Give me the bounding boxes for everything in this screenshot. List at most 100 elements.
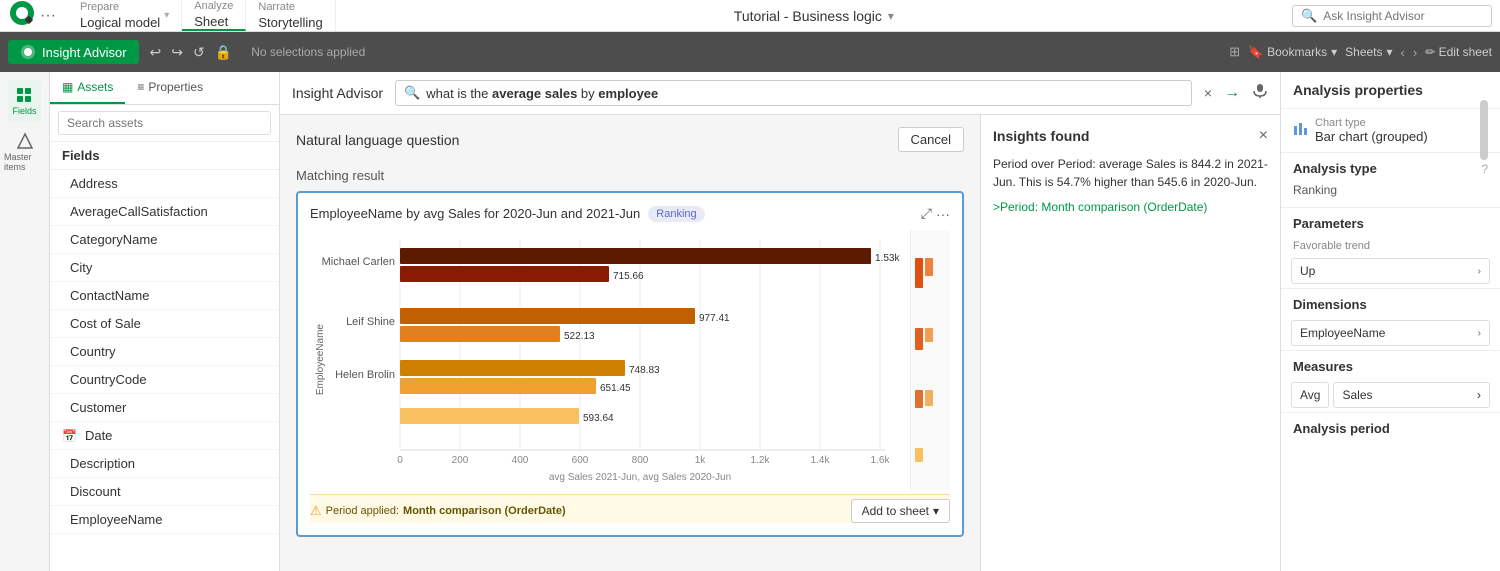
sparkline-1 bbox=[915, 258, 946, 288]
insight-advisor-tab[interactable]: Insight Advisor bbox=[8, 40, 139, 64]
app-title-dropdown-icon[interactable]: ▾ bbox=[888, 9, 894, 23]
favorable-trend-dropdown[interactable]: Up › bbox=[1291, 258, 1490, 284]
tab-properties[interactable]: ≡ Properties bbox=[125, 72, 215, 104]
sidebar-item-master-items[interactable]: Master items bbox=[0, 126, 49, 178]
edit-sheet-button[interactable]: ✏ Edit sheet bbox=[1425, 45, 1492, 59]
insights-header: Insights found × bbox=[993, 127, 1268, 145]
field-label-discount: Discount bbox=[70, 484, 121, 499]
redo-icon[interactable]: ↪ bbox=[168, 41, 186, 64]
measures-chip-sales[interactable]: Sales › bbox=[1333, 382, 1490, 408]
bookmarks-button[interactable]: 🔖 Bookmarks ▾ bbox=[1248, 45, 1337, 59]
main-layout: Fields Master items ▦ Assets ≡ Propertie… bbox=[0, 72, 1500, 571]
field-label-customer: Customer bbox=[70, 400, 126, 415]
field-item-average-call-satisfaction[interactable]: AverageCallSatisfaction bbox=[50, 198, 279, 226]
sparkline-bar bbox=[925, 390, 933, 406]
prepare-nav-section[interactable]: Prepare Logical model ▾ bbox=[68, 0, 182, 31]
analyze-nav-label: Sheet bbox=[194, 14, 233, 29]
tab-assets[interactable]: ▦ Assets bbox=[50, 72, 125, 104]
field-label-contact: ContactName bbox=[70, 288, 149, 303]
analysis-properties-title: Analysis properties bbox=[1293, 82, 1423, 98]
ia-clear-button[interactable]: × bbox=[1204, 85, 1212, 101]
chart-card-title: EmployeeName by avg Sales for 2020-Jun a… bbox=[310, 206, 640, 221]
ask-insight-advisor-search[interactable]: 🔍 bbox=[1292, 5, 1492, 27]
dimensions-value: EmployeeName bbox=[1300, 326, 1385, 340]
sheets-dropdown-icon: ▾ bbox=[1387, 45, 1393, 59]
dimensions-arrow-icon: › bbox=[1478, 328, 1481, 339]
chart-more-button[interactable]: ··· bbox=[936, 205, 950, 222]
chart-type-value: Bar chart (grouped) bbox=[1315, 129, 1428, 144]
ia-search-box[interactable]: 🔍 what is the average sales by employee bbox=[395, 80, 1192, 106]
main-content: Insight Advisor 🔍 what is the average sa… bbox=[280, 72, 1280, 571]
right-panel: Analysis properties Chart type Bar chart… bbox=[1280, 72, 1500, 571]
bookmarks-dropdown-icon: ▾ bbox=[1331, 45, 1337, 59]
sparkline-2 bbox=[915, 328, 946, 350]
svg-text:715.66: 715.66 bbox=[613, 271, 644, 282]
field-item-description[interactable]: Description bbox=[50, 450, 279, 478]
svg-text:1k: 1k bbox=[695, 455, 707, 466]
properties-tab-icon: ≡ bbox=[137, 80, 144, 94]
svg-text:Michael Carlen: Michael Carlen bbox=[322, 256, 395, 268]
add-to-sheet-button[interactable]: Add to sheet ▾ bbox=[851, 499, 950, 523]
ia-header-title: Insight Advisor bbox=[292, 85, 383, 101]
chart-card: EmployeeName by avg Sales for 2020-Jun a… bbox=[296, 191, 964, 537]
sparkline-bar bbox=[915, 448, 923, 462]
field-item-country[interactable]: Country bbox=[50, 338, 279, 366]
help-icon-analysis-type[interactable]: ? bbox=[1481, 162, 1488, 176]
prepare-nav-title: Prepare bbox=[80, 1, 160, 14]
field-item-address[interactable]: Address bbox=[50, 170, 279, 198]
field-item-customer[interactable]: Customer bbox=[50, 394, 279, 422]
prepare-dropdown-icon: ▾ bbox=[164, 10, 169, 21]
prepare-nav-label: Logical model bbox=[80, 15, 160, 30]
svg-text:748.83: 748.83 bbox=[629, 365, 660, 376]
period-info: ⚠ Period applied: Month comparison (Orde… bbox=[310, 503, 566, 519]
field-item-contact-name[interactable]: ContactName bbox=[50, 282, 279, 310]
dimensions-dropdown[interactable]: EmployeeName › bbox=[1291, 320, 1490, 346]
grid-icon[interactable]: ⊞ bbox=[1229, 44, 1240, 60]
favorable-trend-arrow-icon: › bbox=[1478, 266, 1481, 277]
left-panel-tabs: ▦ Assets ≡ Properties bbox=[50, 72, 279, 105]
scroll-thumb[interactable] bbox=[1480, 100, 1488, 160]
nav-next-icon[interactable]: › bbox=[1413, 45, 1417, 60]
app-menu-dots[interactable]: ··· bbox=[40, 7, 56, 25]
svg-text:0: 0 bbox=[397, 455, 403, 466]
field-item-date[interactable]: 📅 Date bbox=[50, 422, 279, 450]
svg-text:avg Sales 2021-Jun, avg Sales: avg Sales 2021-Jun, avg Sales 2020-Jun bbox=[549, 472, 731, 483]
master-items-label: Master items bbox=[4, 152, 45, 172]
ia-mic-button[interactable] bbox=[1252, 83, 1268, 104]
field-item-country-code[interactable]: CountryCode bbox=[50, 366, 279, 394]
sheets-button[interactable]: Sheets ▾ bbox=[1345, 45, 1392, 59]
field-item-category-name[interactable]: CategoryName bbox=[50, 226, 279, 254]
favorable-trend-value: Up bbox=[1300, 264, 1315, 278]
refresh-icon[interactable]: ↺ bbox=[190, 41, 208, 64]
chart-expand-button[interactable]: ⤢ bbox=[921, 205, 932, 222]
ask-insight-input[interactable] bbox=[1323, 9, 1463, 23]
sidebar-item-fields[interactable]: Fields bbox=[8, 80, 40, 122]
nav-prev-icon[interactable]: ‹ bbox=[1401, 45, 1405, 60]
dimensions-section: Dimensions bbox=[1281, 293, 1500, 316]
y-axis-label: EmployeeName bbox=[315, 324, 326, 395]
add-to-sheet-label: Add to sheet bbox=[862, 504, 929, 518]
assets-search[interactable] bbox=[50, 105, 279, 142]
app-logo[interactable]: ··· bbox=[8, 0, 56, 32]
narrate-nav-label: Storytelling bbox=[258, 15, 322, 30]
field-item-employee-name[interactable]: EmployeeName bbox=[50, 506, 279, 534]
field-item-cost-of-sale[interactable]: Cost of Sale bbox=[50, 310, 279, 338]
insights-close-button[interactable]: × bbox=[1259, 127, 1268, 145]
field-item-discount[interactable]: Discount bbox=[50, 478, 279, 506]
insights-link[interactable]: >Period: Month comparison (OrderDate) bbox=[993, 200, 1207, 214]
field-label-address: Address bbox=[70, 176, 118, 191]
add-to-sheet-dropdown-icon: ▾ bbox=[933, 504, 939, 518]
analyze-nav-section[interactable]: Analyze Sheet bbox=[182, 0, 246, 31]
measures-chip-avg[interactable]: Avg bbox=[1291, 382, 1329, 408]
ia-search-icon: 🔍 bbox=[404, 85, 420, 101]
field-item-city[interactable]: City bbox=[50, 254, 279, 282]
divider-5 bbox=[1281, 412, 1500, 413]
svg-text:651.45: 651.45 bbox=[600, 383, 631, 394]
narrate-nav-section[interactable]: Narrate Storytelling bbox=[246, 0, 335, 31]
cancel-button[interactable]: Cancel bbox=[898, 127, 964, 152]
undo-icon[interactable]: ↩ bbox=[147, 41, 165, 64]
ia-submit-button[interactable]: → bbox=[1224, 84, 1240, 102]
lock-icon[interactable]: 🔒 bbox=[212, 41, 235, 64]
period-footer: ⚠ Period applied: Month comparison (Orde… bbox=[310, 494, 950, 523]
search-assets-input[interactable] bbox=[58, 111, 271, 135]
